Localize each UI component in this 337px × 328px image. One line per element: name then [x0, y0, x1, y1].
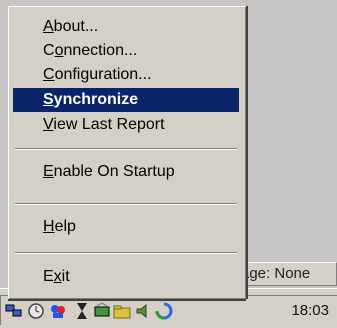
- status-bar-text: age: None: [241, 265, 311, 282]
- menu-item-enable-on-startup[interactable]: Enable On Startup: [13, 160, 239, 184]
- folder-icon[interactable]: [113, 302, 131, 320]
- menu-item-synchronize[interactable]: Synchronize: [13, 88, 239, 112]
- menu-label-post: ynchronize: [53, 91, 139, 108]
- menu-item-help[interactable]: Help: [13, 215, 239, 239]
- menu-separator: [15, 203, 237, 205]
- menu-label-post: nnection...: [63, 42, 138, 59]
- menu-item-connection[interactable]: Connection...: [13, 39, 239, 63]
- menu-label-post: elp: [54, 218, 76, 235]
- menu-separator: [15, 252, 237, 254]
- menu-label-post: onfiguration...: [54, 66, 152, 83]
- menu-mnemonic: x: [53, 268, 62, 285]
- menu-label-post: bout...: [53, 18, 99, 35]
- menu-label-pre: E: [43, 268, 54, 285]
- menu-mnemonic: V: [43, 116, 54, 133]
- menu-item-about[interactable]: About...: [13, 15, 239, 39]
- menu-mnemonic: E: [43, 163, 54, 180]
- menu-mnemonic: A: [43, 18, 54, 35]
- menu-item-view-last-report[interactable]: View Last Report: [13, 113, 239, 137]
- sync-icon[interactable]: [93, 302, 111, 320]
- refresh-icon[interactable]: [155, 302, 173, 320]
- menu-separator: [15, 148, 237, 150]
- menu-label-post: it: [61, 268, 70, 285]
- system-tray: 18:03: [0, 295, 337, 325]
- status-bar: age: None: [232, 262, 337, 286]
- messenger-icon[interactable]: [49, 302, 67, 320]
- menu-item-exit[interactable]: Exit: [13, 265, 239, 289]
- menu-label-post: nable On Startup: [53, 163, 175, 180]
- menu-mnemonic: C: [43, 66, 55, 83]
- speaker-icon[interactable]: [135, 302, 153, 320]
- menu-item-configuration[interactable]: Configuration...: [13, 63, 239, 87]
- tray-clock[interactable]: 18:03: [291, 302, 329, 319]
- network-icon[interactable]: [5, 302, 23, 320]
- menu-mnemonic: H: [43, 218, 55, 235]
- menu-label-pre: C: [43, 42, 55, 59]
- hourglass-icon[interactable]: [73, 302, 91, 320]
- tray-context-menu: About... Connection... Configuration... …: [8, 6, 246, 299]
- clock-icon[interactable]: [27, 302, 45, 320]
- menu-label-post: iew Last Report: [53, 116, 165, 133]
- menu-mnemonic: S: [43, 91, 54, 108]
